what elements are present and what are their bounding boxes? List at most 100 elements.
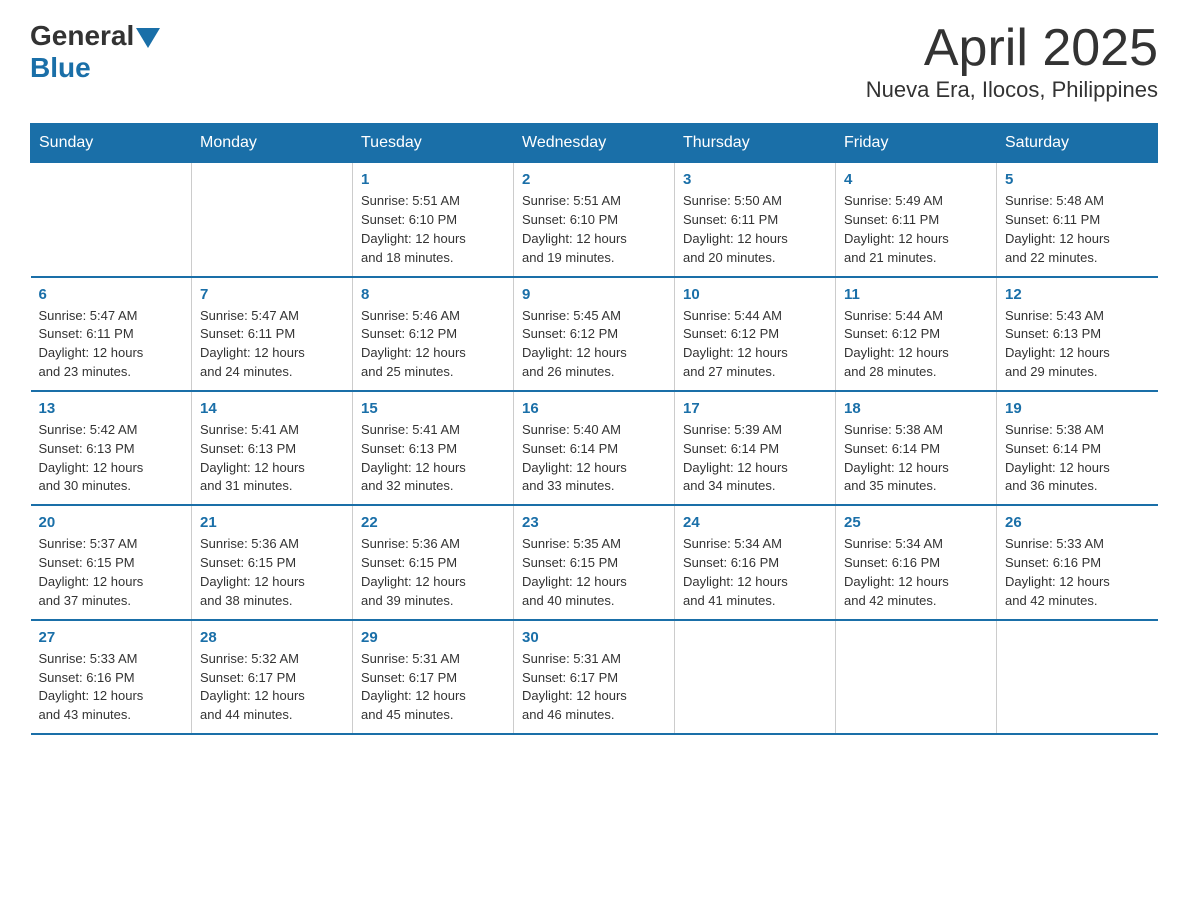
table-row: 28 Sunrise: 5:32 AMSunset: 6:17 PMDayligh… <box>192 620 353 734</box>
title-block: April 2025 Nueva Era, Ilocos, Philippine… <box>866 20 1158 103</box>
table-row: 10 Sunrise: 5:44 AMSunset: 6:12 PMDayligh… <box>675 277 836 391</box>
day-info: Sunrise: 5:34 AMSunset: 6:16 PMDaylight:… <box>844 535 988 610</box>
day-info: Sunrise: 5:47 AMSunset: 6:11 PMDaylight:… <box>39 307 184 382</box>
day-number: 11 <box>844 286 988 303</box>
logo-blue-text: Blue <box>30 52 160 84</box>
table-row <box>997 620 1158 734</box>
table-row: 29Sunrise: 5:31 AMSunset: 6:17 PMDayligh… <box>353 620 514 734</box>
day-info: Sunrise: 5:31 AMSunset: 6:17 PMDaylight:… <box>522 650 666 725</box>
day-number: 30 <box>522 629 666 646</box>
calendar-week-row: 20 Sunrise: 5:37 AMSunset: 6:15 PMDayligh… <box>31 505 1158 619</box>
table-row: 5 Sunrise: 5:48 AMSunset: 6:11 PMDaylight… <box>997 163 1158 277</box>
table-row: 3Sunrise: 5:50 AMSunset: 6:11 PMDaylight… <box>675 163 836 277</box>
day-info: Sunrise: 5:38 AMSunset: 6:14 PMDaylight:… <box>844 421 988 496</box>
day-number: 10 <box>683 286 827 303</box>
day-info: Sunrise: 5:36 AMSunset: 6:15 PMDaylight:… <box>200 535 344 610</box>
calendar-week-row: 6 Sunrise: 5:47 AMSunset: 6:11 PMDaylight… <box>31 277 1158 391</box>
table-row <box>675 620 836 734</box>
day-number: 19 <box>1005 400 1150 417</box>
day-info: Sunrise: 5:34 AMSunset: 6:16 PMDaylight:… <box>683 535 827 610</box>
table-row: 18 Sunrise: 5:38 AMSunset: 6:14 PMDayligh… <box>836 391 997 505</box>
day-info: Sunrise: 5:45 AMSunset: 6:12 PMDaylight:… <box>522 307 666 382</box>
table-row: 1Sunrise: 5:51 AMSunset: 6:10 PMDaylight… <box>353 163 514 277</box>
day-info: Sunrise: 5:31 AMSunset: 6:17 PMDaylight:… <box>361 650 505 725</box>
table-row: 9 Sunrise: 5:45 AMSunset: 6:12 PMDaylight… <box>514 277 675 391</box>
calendar-table: Sunday Monday Tuesday Wednesday Thursday… <box>30 123 1158 735</box>
page-header: General Blue April 2025 Nueva Era, Iloco… <box>30 20 1158 103</box>
day-number: 2 <box>522 171 666 188</box>
table-row: 25 Sunrise: 5:34 AMSunset: 6:16 PMDayligh… <box>836 505 997 619</box>
day-number: 25 <box>844 514 988 531</box>
day-info: Sunrise: 5:47 AMSunset: 6:11 PMDaylight:… <box>200 307 344 382</box>
day-number: 14 <box>200 400 344 417</box>
day-info: Sunrise: 5:37 AMSunset: 6:15 PMDaylight:… <box>39 535 184 610</box>
page-subtitle: Nueva Era, Ilocos, Philippines <box>866 77 1158 103</box>
table-row: 7 Sunrise: 5:47 AMSunset: 6:11 PMDaylight… <box>192 277 353 391</box>
day-number: 7 <box>200 286 344 303</box>
day-number: 23 <box>522 514 666 531</box>
table-row <box>836 620 997 734</box>
day-number: 5 <box>1005 171 1150 188</box>
page-title: April 2025 <box>866 20 1158 77</box>
day-info: Sunrise: 5:32 AMSunset: 6:17 PMDaylight:… <box>200 650 344 725</box>
day-number: 21 <box>200 514 344 531</box>
col-monday: Monday <box>192 124 353 163</box>
table-row: 6 Sunrise: 5:47 AMSunset: 6:11 PMDaylight… <box>31 277 192 391</box>
day-info: Sunrise: 5:48 AMSunset: 6:11 PMDaylight:… <box>1005 192 1150 267</box>
logo-general-text: General <box>30 20 134 52</box>
day-number: 16 <box>522 400 666 417</box>
day-number: 20 <box>39 514 184 531</box>
table-row: 2Sunrise: 5:51 AMSunset: 6:10 PMDaylight… <box>514 163 675 277</box>
day-number: 15 <box>361 400 505 417</box>
table-row: 4 Sunrise: 5:49 AMSunset: 6:11 PMDaylight… <box>836 163 997 277</box>
day-number: 17 <box>683 400 827 417</box>
table-row: 22Sunrise: 5:36 AMSunset: 6:15 PMDayligh… <box>353 505 514 619</box>
day-info: Sunrise: 5:51 AMSunset: 6:10 PMDaylight:… <box>361 192 505 267</box>
col-tuesday: Tuesday <box>353 124 514 163</box>
col-sunday: Sunday <box>31 124 192 163</box>
day-info: Sunrise: 5:33 AMSunset: 6:16 PMDaylight:… <box>39 650 184 725</box>
day-info: Sunrise: 5:38 AMSunset: 6:14 PMDaylight:… <box>1005 421 1150 496</box>
day-info: Sunrise: 5:46 AMSunset: 6:12 PMDaylight:… <box>361 307 505 382</box>
day-number: 6 <box>39 286 184 303</box>
day-info: Sunrise: 5:49 AMSunset: 6:11 PMDaylight:… <box>844 192 988 267</box>
logo-triangle-icon <box>136 28 160 48</box>
day-number: 8 <box>361 286 505 303</box>
table-row: 12 Sunrise: 5:43 AMSunset: 6:13 PMDayligh… <box>997 277 1158 391</box>
day-number: 13 <box>39 400 184 417</box>
table-row: 13 Sunrise: 5:42 AMSunset: 6:13 PMDayligh… <box>31 391 192 505</box>
day-info: Sunrise: 5:39 AMSunset: 6:14 PMDaylight:… <box>683 421 827 496</box>
table-row <box>192 163 353 277</box>
table-row: 19 Sunrise: 5:38 AMSunset: 6:14 PMDayligh… <box>997 391 1158 505</box>
table-row: 23 Sunrise: 5:35 AMSunset: 6:15 PMDayligh… <box>514 505 675 619</box>
day-number: 27 <box>39 629 184 646</box>
day-info: Sunrise: 5:33 AMSunset: 6:16 PMDaylight:… <box>1005 535 1150 610</box>
calendar-header-row: Sunday Monday Tuesday Wednesday Thursday… <box>31 124 1158 163</box>
day-number: 24 <box>683 514 827 531</box>
day-number: 22 <box>361 514 505 531</box>
table-row: 20 Sunrise: 5:37 AMSunset: 6:15 PMDayligh… <box>31 505 192 619</box>
day-info: Sunrise: 5:43 AMSunset: 6:13 PMDaylight:… <box>1005 307 1150 382</box>
table-row: 27 Sunrise: 5:33 AMSunset: 6:16 PMDayligh… <box>31 620 192 734</box>
table-row: 30 Sunrise: 5:31 AMSunset: 6:17 PMDayligh… <box>514 620 675 734</box>
logo: General Blue <box>30 20 160 84</box>
day-number: 28 <box>200 629 344 646</box>
table-row <box>31 163 192 277</box>
table-row: 15 Sunrise: 5:41 AMSunset: 6:13 PMDayligh… <box>353 391 514 505</box>
day-info: Sunrise: 5:42 AMSunset: 6:13 PMDaylight:… <box>39 421 184 496</box>
calendar-week-row: 13 Sunrise: 5:42 AMSunset: 6:13 PMDayligh… <box>31 391 1158 505</box>
table-row: 16 Sunrise: 5:40 AMSunset: 6:14 PMDayligh… <box>514 391 675 505</box>
day-number: 4 <box>844 171 988 188</box>
day-number: 12 <box>1005 286 1150 303</box>
calendar-week-row: 1Sunrise: 5:51 AMSunset: 6:10 PMDaylight… <box>31 163 1158 277</box>
day-info: Sunrise: 5:41 AMSunset: 6:13 PMDaylight:… <box>361 421 505 496</box>
day-info: Sunrise: 5:35 AMSunset: 6:15 PMDaylight:… <box>522 535 666 610</box>
day-info: Sunrise: 5:44 AMSunset: 6:12 PMDaylight:… <box>683 307 827 382</box>
day-info: Sunrise: 5:44 AMSunset: 6:12 PMDaylight:… <box>844 307 988 382</box>
day-number: 9 <box>522 286 666 303</box>
day-number: 18 <box>844 400 988 417</box>
day-info: Sunrise: 5:40 AMSunset: 6:14 PMDaylight:… <box>522 421 666 496</box>
day-info: Sunrise: 5:41 AMSunset: 6:13 PMDaylight:… <box>200 421 344 496</box>
col-friday: Friday <box>836 124 997 163</box>
col-saturday: Saturday <box>997 124 1158 163</box>
